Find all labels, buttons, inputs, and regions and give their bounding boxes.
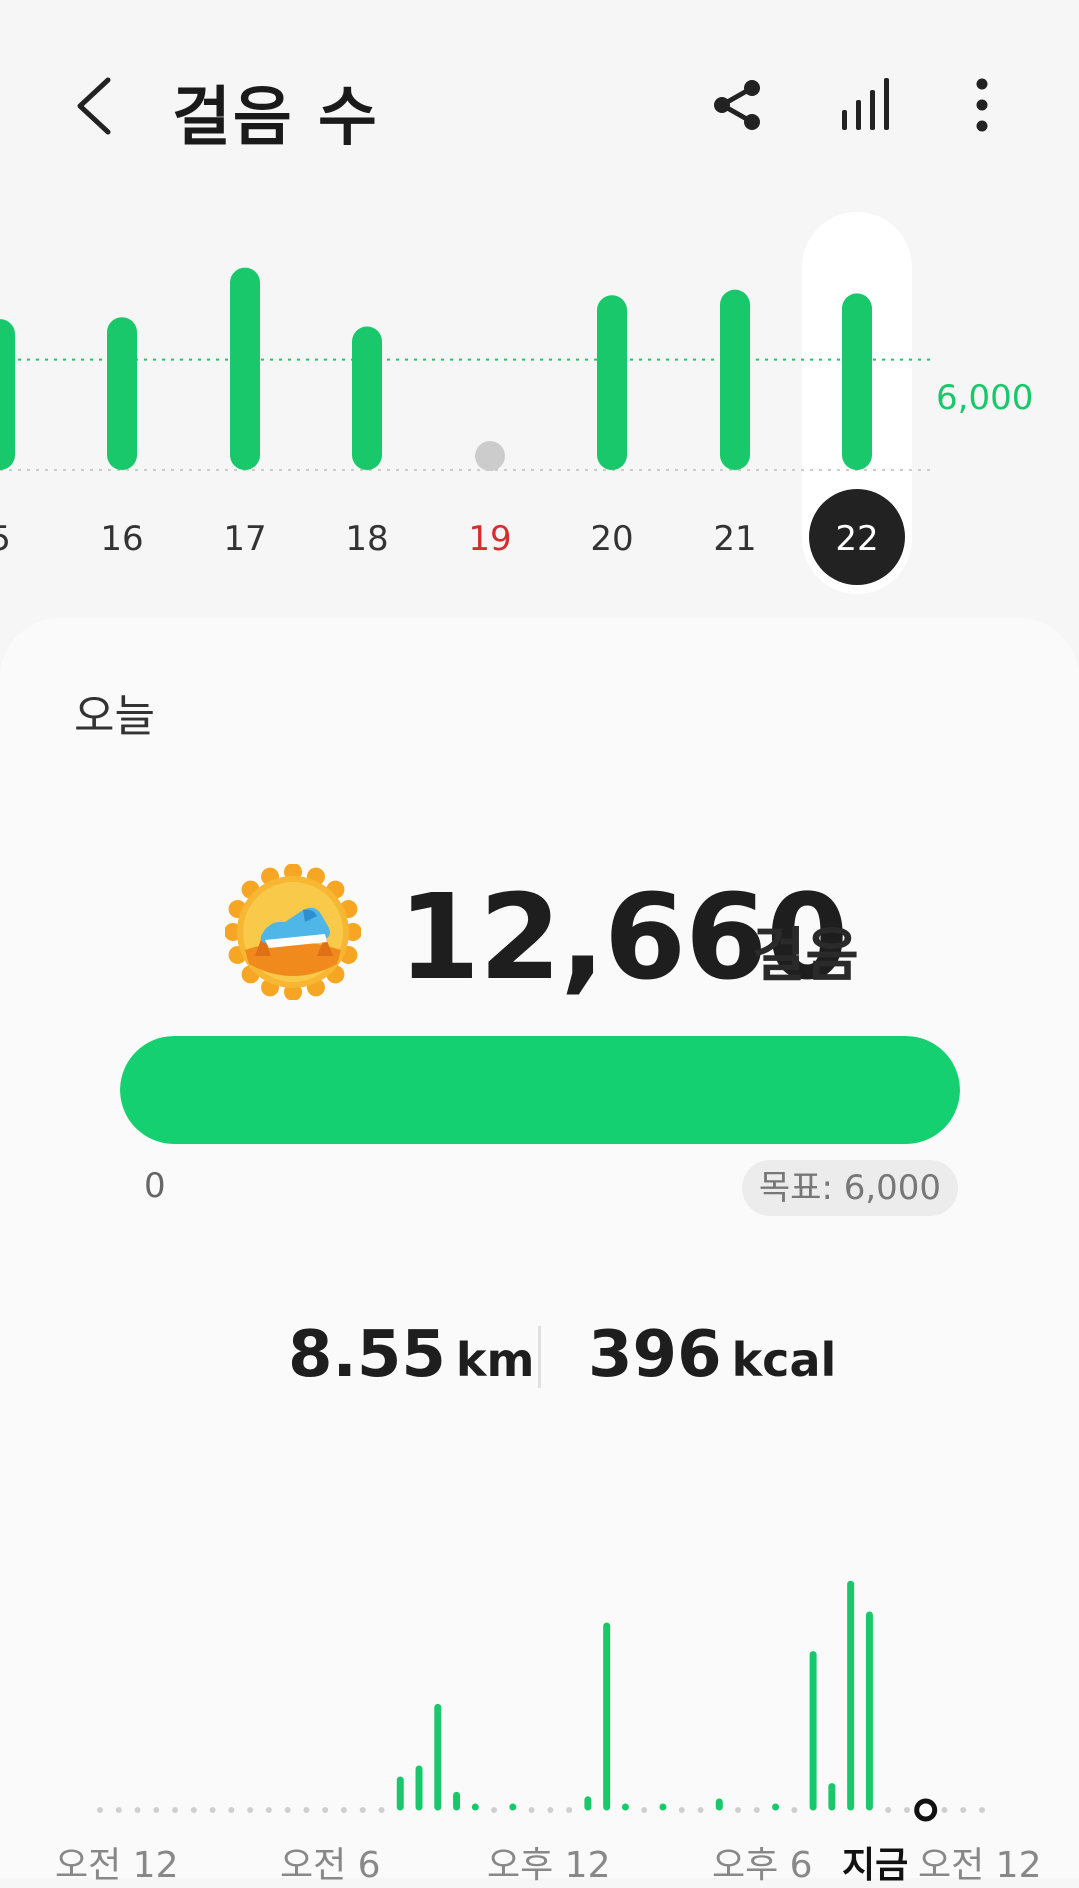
day-label-19[interactable]: 19 (468, 519, 511, 559)
day-bar-19[interactable] (475, 441, 505, 471)
hour-dot-21 (491, 1807, 498, 1813)
more-vert-icon (976, 78, 988, 132)
hour-dot-1 (115, 1807, 122, 1813)
hourly-steps-chart[interactable]: 오전 12 오전 6 오후 12 오후 6 지금 오전 12 (0, 1518, 1079, 1886)
distance-unit: km (455, 1333, 535, 1387)
hour-dot-13 (340, 1807, 347, 1813)
share-button[interactable] (708, 70, 768, 140)
hour-dot-5 (190, 1807, 197, 1813)
hour-dot-35 (753, 1807, 760, 1813)
hour-dot-43 (903, 1807, 910, 1813)
hour-dot-29 (641, 1807, 648, 1813)
steps-progress-bar (120, 1036, 960, 1144)
app-header: 걸음 수 (0, 0, 1079, 210)
hour-dot-0 (97, 1807, 103, 1813)
day-label-21[interactable]: 21 (713, 519, 756, 559)
hour-dot-6 (209, 1807, 216, 1813)
hour-dot-4 (172, 1807, 179, 1813)
day-label-20[interactable]: 20 (590, 519, 633, 559)
day-label-18[interactable]: 18 (345, 519, 388, 559)
hour-dot-7 (228, 1807, 235, 1813)
trends-button[interactable] (836, 70, 896, 140)
distance-value: 8.55 (288, 1318, 446, 1392)
goal-pill[interactable]: 목표: 6,000 (742, 1160, 958, 1216)
running-shoe-badge-icon (224, 863, 362, 1001)
today-label: 오늘 (74, 691, 155, 742)
calories-value: 396 (588, 1318, 722, 1392)
progress-min-label: 0 (144, 1166, 166, 1206)
steps-progress-fill (120, 1036, 960, 1144)
weekly-steps-chart[interactable]: 5 16 17 18 19 20 21 22 6,000 (0, 200, 1079, 620)
hour-dot-14 (359, 1807, 366, 1813)
hour-dot-8 (247, 1807, 254, 1813)
day-label-22[interactable]: 22 (835, 519, 878, 559)
hourly-chart-svg (97, 1580, 985, 1822)
back-button[interactable] (70, 70, 130, 140)
day-label-5[interactable]: 5 (0, 519, 11, 559)
hour-dot-11 (303, 1807, 310, 1813)
hour-dot-45 (941, 1807, 948, 1813)
today-card: 오늘 12,660 걸음 0 목표: 6,000 8.55 km 396 kcal … (0, 618, 1079, 1886)
share-icon (714, 80, 760, 130)
hour-dot-9 (265, 1807, 272, 1813)
hour-dot-3 (153, 1807, 160, 1813)
weekly-chart-svg: 5 16 17 18 19 20 21 22 (0, 212, 930, 594)
calories-stat: 396 kcal (588, 1318, 836, 1392)
stats-divider (538, 1326, 541, 1388)
hour-dot-37 (791, 1807, 798, 1813)
hour-dot-47 (979, 1807, 985, 1813)
distance-stat: 8.55 km (288, 1318, 534, 1392)
day-label-16[interactable]: 16 (100, 519, 143, 559)
hour-dot-25 (566, 1807, 573, 1813)
hour-dot-24 (547, 1807, 554, 1813)
hour-dot-2 (134, 1807, 141, 1813)
more-options-button[interactable] (952, 70, 1012, 140)
hour-dot-12 (322, 1807, 329, 1813)
back-arrow-icon (77, 77, 111, 135)
hour-dot-42 (885, 1807, 892, 1813)
stats-row: 8.55 km 396 kcal (0, 1318, 1079, 1398)
calories-unit: kcal (731, 1333, 837, 1387)
hour-dot-46 (960, 1807, 967, 1813)
now-marker (914, 1798, 938, 1822)
hour-dot-23 (528, 1807, 535, 1813)
hour-dot-10 (284, 1807, 291, 1813)
hour-dot-15 (378, 1807, 385, 1813)
hour-dot-34 (735, 1807, 742, 1813)
page-title: 걸음 수 (172, 81, 379, 155)
goal-line-label: 6,000 (936, 378, 1034, 418)
goal-badge (224, 863, 362, 1001)
day-label-17[interactable]: 17 (223, 519, 266, 559)
hour-dot-31 (678, 1807, 685, 1813)
today-steps-unit: 걸음 (752, 921, 859, 989)
hour-dot-32 (697, 1807, 704, 1813)
chart-bars-icon (842, 78, 889, 130)
